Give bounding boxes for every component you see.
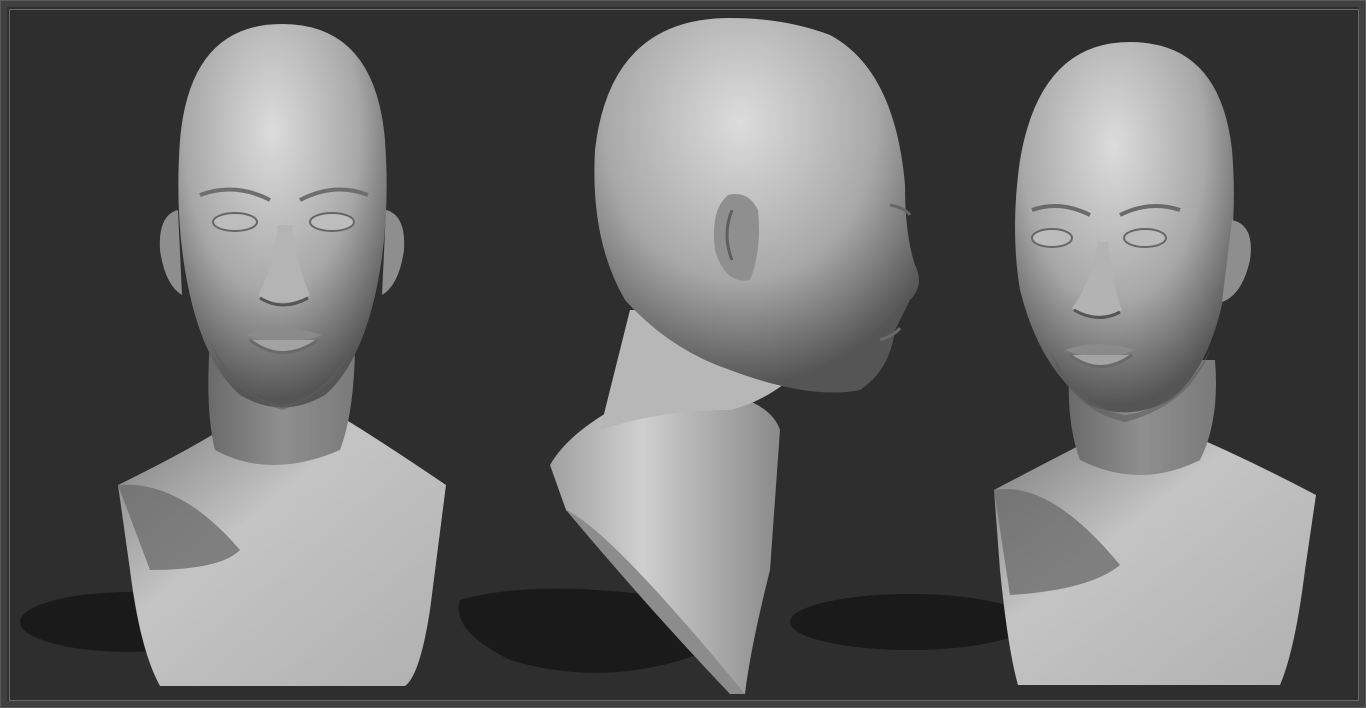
render-viewport [0, 0, 1366, 708]
head-front-view [118, 24, 446, 686]
sculpt-render [20, 18, 1316, 694]
render-canvas [9, 9, 1359, 701]
head-three-quarter-view [994, 42, 1316, 685]
